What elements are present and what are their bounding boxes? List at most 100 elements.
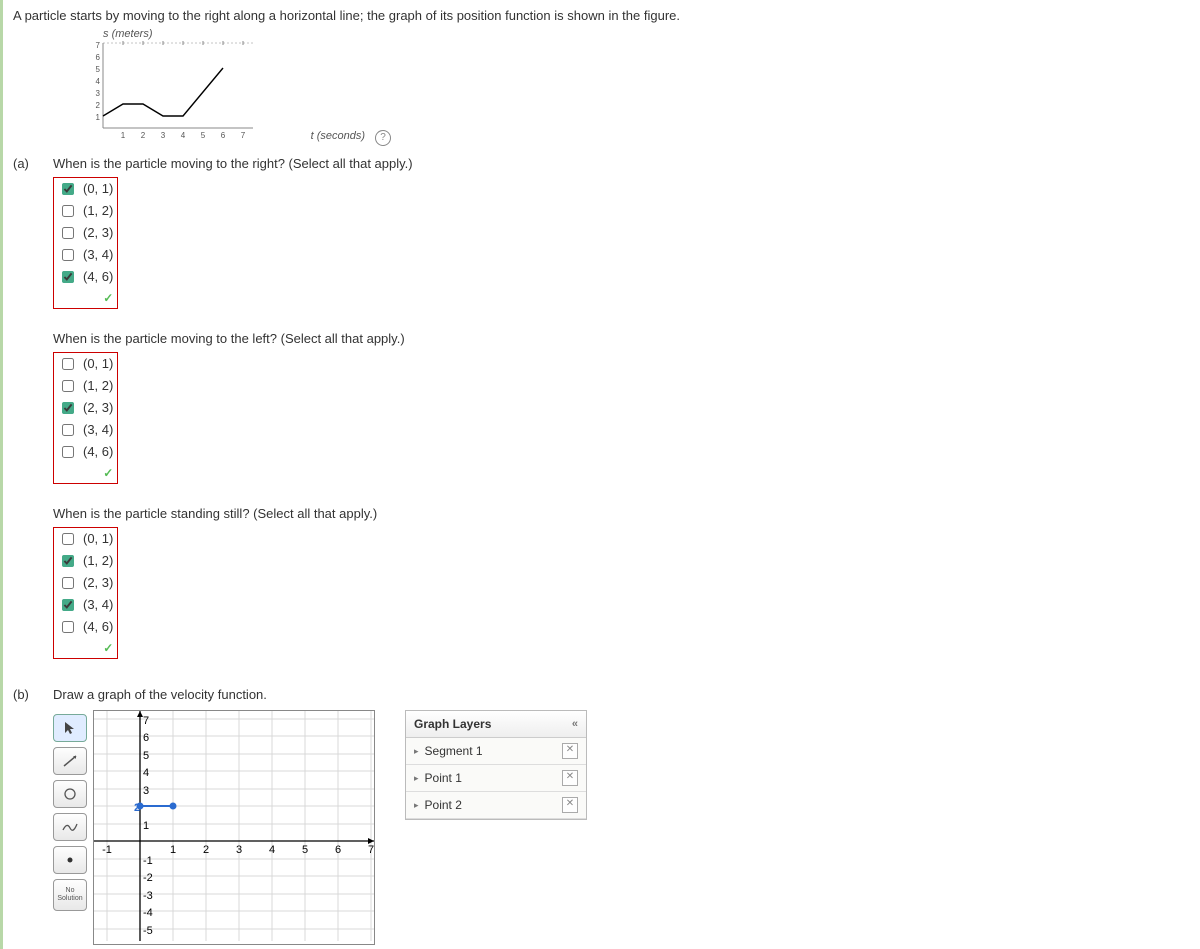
q2-check-2[interactable] [62,402,74,414]
help-icon[interactable]: ? [375,130,391,146]
delete-layer-icon[interactable]: ✕ [562,743,578,759]
q3-text: When is the particle standing still? (Se… [53,506,1200,521]
q1-options: (0, 1) (1, 2) (2, 3) (3, 4) (4, 6) [53,177,118,309]
position-graph: s (meters) 1 2 3 4 5 6 7 7 6 5 [83,33,363,146]
q3-options: (0, 1) (1, 2) (2, 3) (3, 4) (4, 6) [53,527,118,659]
q1-opt-0[interactable]: (0, 1) [54,178,117,200]
layers-title: Graph Layers [414,717,491,731]
q3-check-4[interactable] [62,621,74,633]
svg-text:2: 2 [134,802,140,814]
q3-opt-2[interactable]: (2, 3) [54,572,117,594]
svg-text:6: 6 [221,131,226,140]
q2-opt-4[interactable]: (4, 6) [54,441,117,463]
part-a-label: (a) [13,156,53,171]
svg-text:4: 4 [269,844,275,856]
svg-text:-1: -1 [143,855,153,867]
svg-text:2: 2 [203,844,209,856]
part-b-text: Draw a graph of the velocity function. [53,687,1200,702]
svg-text:3: 3 [143,785,149,797]
svg-text:6: 6 [335,844,341,856]
svg-text:3: 3 [236,844,242,856]
q2-opt-2[interactable]: (2, 3) [54,397,117,419]
svg-text:4: 4 [181,131,186,140]
q2-check-1[interactable] [62,380,74,392]
q1-check-0[interactable] [62,183,74,195]
svg-text:2: 2 [141,131,146,140]
tool-curve[interactable] [53,813,87,841]
point-2[interactable] [170,803,177,810]
tool-no-solution[interactable]: NoSolution [53,879,87,911]
delete-layer-icon[interactable]: ✕ [562,770,578,786]
q1-opt-4[interactable]: (4, 6) [54,266,117,288]
q2-check-3[interactable] [62,424,74,436]
svg-text:5: 5 [201,131,206,140]
q2-opt-1[interactable]: (1, 2) [54,375,117,397]
collapse-layers-icon[interactable]: « [572,718,578,730]
layer-row-point2[interactable]: ▸Point 2 ✕ [406,792,586,819]
q1-text: When is the particle moving to the right… [53,156,1200,171]
delete-layer-icon[interactable]: ✕ [562,797,578,813]
svg-text:1: 1 [96,113,101,122]
q3-opt-0[interactable]: (0, 1) [54,528,117,550]
svg-text:3: 3 [161,131,166,140]
q3-correct-icon [54,638,117,658]
layer-row-point1[interactable]: ▸Point 1 ✕ [406,765,586,792]
layer-row-segment1[interactable]: ▸Segment 1 ✕ [406,738,586,765]
svg-text:7: 7 [143,715,149,727]
q2-opt-3[interactable]: (3, 4) [54,419,117,441]
position-graph-xlabel: t (seconds) [311,130,365,142]
svg-text:5: 5 [96,65,101,74]
position-graph-ylabel: s (meters) [103,28,153,40]
q3-check-2[interactable] [62,577,74,589]
svg-text:7: 7 [96,41,101,50]
q2-check-4[interactable] [62,446,74,458]
q3-check-1[interactable] [62,555,74,567]
q2-text: When is the particle moving to the left?… [53,331,1200,346]
q1-check-3[interactable] [62,249,74,261]
svg-text:5: 5 [302,844,308,856]
q1-correct-icon [54,288,117,308]
chevron-right-icon: ▸ [414,773,419,784]
svg-text:-3: -3 [143,890,153,902]
q3-opt-3[interactable]: (3, 4) [54,594,117,616]
svg-text:-1: -1 [102,844,112,856]
svg-text:4: 4 [143,767,149,779]
svg-text:1: 1 [143,820,149,832]
graph-toolbar: NoSolution [53,710,87,911]
svg-text:7: 7 [368,844,374,856]
q2-check-0[interactable] [62,358,74,370]
svg-text:6: 6 [143,732,149,744]
graph-layers-panel: Graph Layers « ▸Segment 1 ✕ ▸Point 1 ✕ ▸… [405,710,587,820]
q2-options: (0, 1) (1, 2) (2, 3) (3, 4) (4, 6) [53,352,118,484]
svg-text:1: 1 [170,844,176,856]
tool-pointer[interactable] [53,714,87,742]
q3-opt-4[interactable]: (4, 6) [54,616,117,638]
q1-opt-2[interactable]: (2, 3) [54,222,117,244]
svg-text:5: 5 [143,750,149,762]
q1-opt-1[interactable]: (1, 2) [54,200,117,222]
svg-text:-2: -2 [143,872,153,884]
q1-opt-3[interactable]: (3, 4) [54,244,117,266]
tool-circle[interactable] [53,780,87,808]
q1-check-2[interactable] [62,227,74,239]
q1-check-1[interactable] [62,205,74,217]
svg-text:3: 3 [96,89,101,98]
tool-point[interactable] [53,846,87,874]
tool-segment[interactable] [53,747,87,775]
svg-text:1: 1 [121,131,126,140]
chevron-right-icon: ▸ [414,746,419,757]
q3-check-3[interactable] [62,599,74,611]
svg-text:6: 6 [96,53,101,62]
q3-check-0[interactable] [62,533,74,545]
velocity-graph-canvas[interactable]: 76 54 31 -1-2 -3-4 -5 -1 12 34 56 [93,710,375,945]
part-b-label: (b) [13,687,53,702]
problem-intro: A particle starts by moving to the right… [13,8,1200,23]
svg-text:4: 4 [96,77,101,86]
svg-text:7: 7 [241,131,246,140]
svg-text:2: 2 [96,101,101,110]
q2-opt-0[interactable]: (0, 1) [54,353,117,375]
q3-opt-1[interactable]: (1, 2) [54,550,117,572]
q2-correct-icon [54,463,117,483]
svg-text:-5: -5 [143,925,153,937]
q1-check-4[interactable] [62,271,74,283]
